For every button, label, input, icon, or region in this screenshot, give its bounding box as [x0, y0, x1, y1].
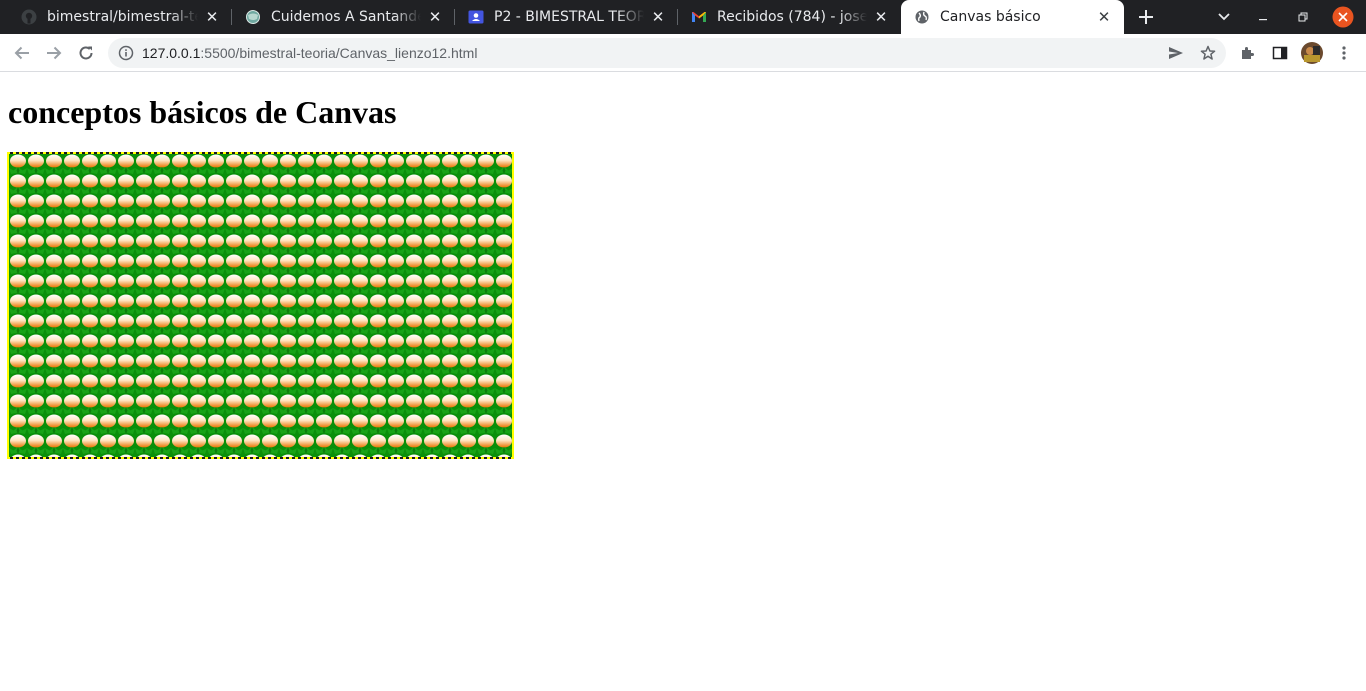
globe-icon: [914, 9, 930, 25]
info-icon[interactable]: [118, 45, 134, 61]
restore-icon: [1298, 12, 1308, 22]
tab-title: bimestral/bimestral-teoria: [47, 9, 198, 25]
send-button[interactable]: [1164, 41, 1188, 65]
star-icon: [1200, 45, 1216, 60]
chevron-down-icon: [1218, 13, 1230, 21]
close-icon[interactable]: ✕: [871, 7, 891, 27]
pattern-canvas: [7, 152, 514, 459]
tab-title: Recibidos (784) - josesierra: [717, 9, 867, 25]
close-icon[interactable]: ✕: [425, 7, 445, 27]
gmail-icon: [691, 9, 707, 25]
send-icon: [1169, 47, 1183, 59]
canvas-pattern-svg: [7, 152, 514, 459]
tab-cuidemos-santander[interactable]: Cuidemos A Santander ✕: [232, 0, 455, 34]
close-icon[interactable]: ✕: [648, 7, 668, 27]
tab-search-button[interactable]: [1212, 0, 1236, 34]
minimize-icon: [1259, 19, 1267, 21]
browser-toolbar: 127.0.0.1:5500/bimestral-teoria/Canvas_l…: [0, 34, 1366, 72]
side-panel-button[interactable]: [1268, 41, 1292, 65]
reload-icon: [79, 46, 93, 60]
url-text[interactable]: 127.0.0.1:5500/bimestral-teoria/Canvas_l…: [142, 38, 477, 68]
close-icon[interactable]: ✕: [202, 7, 222, 27]
minimize-button[interactable]: [1252, 0, 1274, 34]
restore-button[interactable]: [1292, 0, 1314, 34]
kebab-menu-icon: [1342, 46, 1346, 60]
globe-colored-icon: [245, 9, 261, 25]
tab-canvas-basico[interactable]: Canvas básico ✕: [901, 0, 1124, 34]
side-panel-icon: [1272, 46, 1288, 60]
page-heading: conceptos básicos de Canvas: [8, 94, 397, 130]
tab-github[interactable]: bimestral/bimestral-teoria ✕: [8, 0, 232, 34]
puzzle-icon: [1242, 47, 1254, 59]
menu-button[interactable]: [1332, 41, 1356, 65]
tab-strip: bimestral/bimestral-teoria ✕ Cuidemos A …: [0, 0, 1366, 34]
close-window-icon: [1332, 6, 1354, 28]
classroom-icon: [468, 9, 484, 25]
url-host: 127.0.0.1: [142, 45, 201, 61]
plus-icon: [1139, 10, 1153, 24]
avatar: [1301, 42, 1323, 64]
extensions-button[interactable]: [1236, 41, 1260, 65]
reload-button[interactable]: [74, 41, 98, 65]
new-tab-button[interactable]: [1134, 5, 1158, 29]
tab-gmail[interactable]: Recibidos (784) - josesierra ✕: [678, 0, 901, 34]
forward-button[interactable]: [42, 41, 66, 65]
tab-title: Cuidemos A Santander: [271, 9, 421, 25]
close-window-button[interactable]: [1331, 0, 1355, 34]
bookmark-button[interactable]: [1196, 41, 1220, 65]
tab-classroom[interactable]: P2 - BIMESTRAL TEORÍA ✕: [455, 0, 678, 34]
forward-arrow-icon: [47, 46, 62, 60]
address-bar[interactable]: 127.0.0.1:5500/bimestral-teoria/Canvas_l…: [108, 38, 1226, 68]
url-path: :5500/bimestral-teoria/Canvas_lienzo12.h…: [200, 45, 478, 61]
github-icon: [21, 9, 37, 25]
tab-title: P2 - BIMESTRAL TEORÍA: [494, 9, 644, 25]
profile-button[interactable]: [1300, 41, 1324, 65]
tab-title: Canvas básico: [940, 9, 1041, 25]
close-icon[interactable]: ✕: [1094, 7, 1114, 27]
page-content: conceptos básicos de Canvas: [0, 73, 1366, 691]
back-button[interactable]: [10, 41, 34, 65]
back-arrow-icon: [14, 46, 29, 60]
